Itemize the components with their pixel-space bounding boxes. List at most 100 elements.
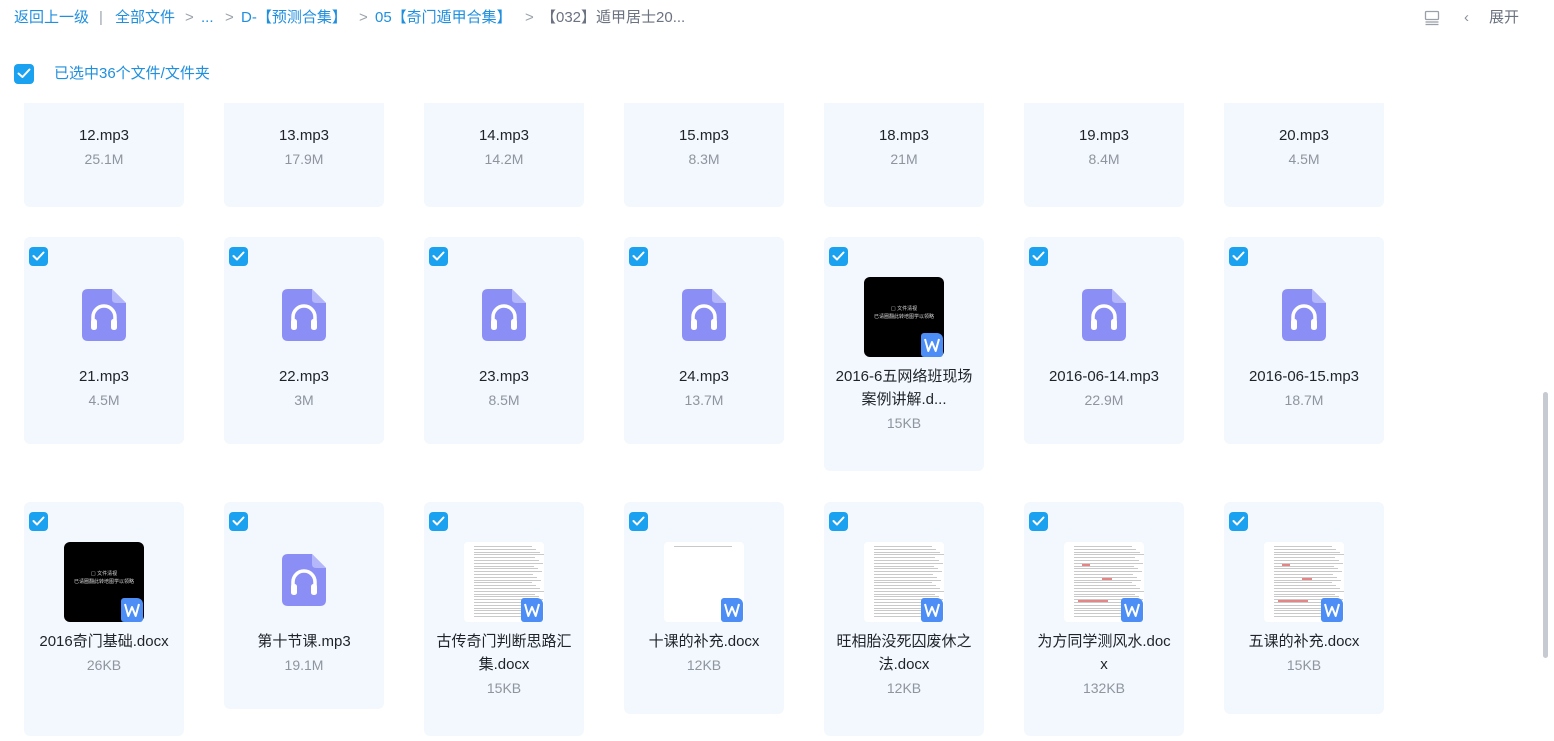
file-card[interactable]: 15.mp3 8.3M: [624, 103, 784, 207]
file-card[interactable]: 12.mp3 25.1M: [24, 103, 184, 207]
file-grid: 12.mp3 25.1M 13.mp3 17.9M 14.mp3 14.2M 15.mp3 8…: [0, 103, 1540, 741]
breadcrumb-separator-icon: >: [185, 9, 194, 26]
file-name: 旺相胎没死囚废休之法.docx: [836, 633, 972, 673]
file-checkbox[interactable]: [1229, 247, 1248, 266]
file-card[interactable]: 19.mp3 8.4M: [1024, 103, 1184, 207]
file-name: 古传奇门判断思路汇集.docx: [436, 633, 572, 673]
file-card[interactable]: 为方同学测风水.docx 132KB: [1024, 502, 1184, 736]
breadcrumb-ellipsis[interactable]: ...: [201, 9, 214, 27]
file-card[interactable]: 23.mp3 8.5M: [424, 237, 584, 444]
file-size: 12KB: [686, 657, 722, 673]
audio-file-icon: [282, 289, 326, 341]
file-name: 十课的补充.docx: [648, 633, 760, 650]
file-card[interactable]: 旺相胎没死囚废休之法.docx 12KB: [824, 502, 984, 736]
breadcrumb-separator-icon: >: [525, 9, 534, 26]
file-size: 17.9M: [284, 151, 324, 167]
chevron-left-icon[interactable]: ‹: [1464, 9, 1469, 27]
breadcrumb-current: 【032】遁甲居士20...: [541, 9, 686, 26]
file-name: 13.mp3: [278, 127, 330, 144]
file-card[interactable]: 24.mp3 13.7M: [624, 237, 784, 444]
scrollbar[interactable]: [1543, 392, 1548, 658]
file-size: 8.4M: [1088, 151, 1120, 167]
file-card[interactable]: 第十节课.mp3 19.1M: [224, 502, 384, 709]
file-checkbox[interactable]: [29, 247, 48, 266]
word-doc-icon: [1121, 598, 1143, 622]
word-doc-icon: [1321, 598, 1343, 622]
file-card[interactable]: 古传奇门判断思路汇集.docx 15KB: [424, 502, 584, 736]
file-card[interactable]: 20.mp3 4.5M: [1224, 103, 1384, 207]
file-size: 13.7M: [684, 392, 724, 408]
file-card[interactable]: 2016-06-14.mp3 22.9M: [1024, 237, 1184, 444]
file-checkbox[interactable]: [1029, 512, 1048, 531]
file-card[interactable]: 14.mp3 14.2M: [424, 103, 584, 207]
file-name: 为方同学测风水.docx: [1037, 633, 1171, 673]
breadcrumb-level2[interactable]: 05【奇门遁甲合集】: [375, 9, 512, 27]
file-checkbox[interactable]: [429, 247, 448, 266]
file-size: 25.1M: [84, 151, 124, 167]
list-view-icon[interactable]: [1424, 10, 1440, 26]
breadcrumb-divider: |: [99, 9, 103, 26]
file-card[interactable]: 2016-06-15.mp3 18.7M: [1224, 237, 1384, 444]
file-checkbox[interactable]: [1029, 247, 1048, 266]
file-thumbnail: [1064, 542, 1144, 622]
file-card[interactable]: 18.mp3 21M: [824, 103, 984, 207]
file-checkbox[interactable]: [429, 512, 448, 531]
file-thumbnail: [1264, 542, 1344, 622]
file-size: 22.9M: [1084, 392, 1124, 408]
word-doc-icon: [921, 598, 943, 622]
file-checkbox[interactable]: [629, 512, 648, 531]
file-card[interactable]: 21.mp3 4.5M: [24, 237, 184, 444]
file-card[interactable]: □ 文件清视 已请圈翻此转培图学以领略 2016奇门基础.docx 26KB: [24, 502, 184, 736]
file-name: 2016-6五网络班现场案例讲解.d...: [835, 368, 973, 408]
word-doc-icon: [721, 598, 743, 622]
breadcrumb-all-files[interactable]: 全部文件: [115, 9, 175, 27]
file-size: 132KB: [1082, 680, 1126, 696]
file-name: 第十节课.mp3: [257, 633, 351, 650]
file-card[interactable]: □ 文件清视 已请圈翻此转培图学以领略 2016-6五网络班现场案例讲解.d... 1…: [824, 237, 984, 471]
file-name: 12.mp3: [78, 127, 130, 144]
file-card[interactable]: 五课的补充.docx 15KB: [1224, 502, 1384, 714]
file-size: 12KB: [886, 680, 922, 696]
select-all-checkbox[interactable]: [14, 64, 34, 84]
file-size: 3M: [294, 392, 314, 408]
file-name: 22.mp3: [278, 368, 330, 385]
audio-file-icon: [682, 289, 726, 341]
file-size: 4.5M: [88, 392, 120, 408]
file-checkbox[interactable]: [229, 247, 248, 266]
expand-button[interactable]: 展开: [1489, 9, 1519, 27]
file-checkbox[interactable]: [29, 512, 48, 531]
file-name: 2016奇门基础.docx: [39, 633, 169, 650]
file-thumbnail: [1264, 277, 1344, 357]
file-thumbnail: □ 文件清视 已请圈翻此转培图学以领略: [864, 277, 944, 357]
file-checkbox[interactable]: [829, 247, 848, 266]
back-link[interactable]: 返回上一级: [14, 9, 89, 27]
word-doc-icon: [121, 598, 143, 622]
file-size: 18.7M: [1284, 392, 1324, 408]
file-name: 21.mp3: [78, 368, 130, 385]
file-card[interactable]: 13.mp3 17.9M: [224, 103, 384, 207]
file-name: 14.mp3: [478, 127, 530, 144]
file-checkbox[interactable]: [1229, 512, 1248, 531]
file-checkbox[interactable]: [229, 512, 248, 531]
file-name: 19.mp3: [1078, 127, 1130, 144]
word-doc-icon: [921, 333, 943, 357]
file-checkbox[interactable]: [829, 512, 848, 531]
file-name: 24.mp3: [678, 368, 730, 385]
preview-line: □ 文件清视: [890, 306, 918, 312]
breadcrumb-separator-icon: >: [359, 9, 368, 26]
file-size: 15KB: [886, 415, 922, 431]
file-name: 15.mp3: [678, 127, 730, 144]
file-name: 2016-06-15.mp3: [1248, 368, 1360, 385]
word-doc-icon: [521, 598, 543, 622]
file-card[interactable]: 十课的补充.docx 12KB: [624, 502, 784, 714]
file-size: 8.5M: [488, 392, 520, 408]
file-size: 15KB: [1286, 657, 1322, 673]
file-thumbnail: [464, 542, 544, 622]
file-thumbnail: [264, 542, 344, 622]
file-checkbox[interactable]: [629, 247, 648, 266]
breadcrumb-level1[interactable]: D-【预测合集】: [241, 9, 347, 27]
file-name: 20.mp3: [1278, 127, 1330, 144]
file-name: 18.mp3: [878, 127, 930, 144]
file-name: 2016-06-14.mp3: [1048, 368, 1160, 385]
file-card[interactable]: 22.mp3 3M: [224, 237, 384, 444]
